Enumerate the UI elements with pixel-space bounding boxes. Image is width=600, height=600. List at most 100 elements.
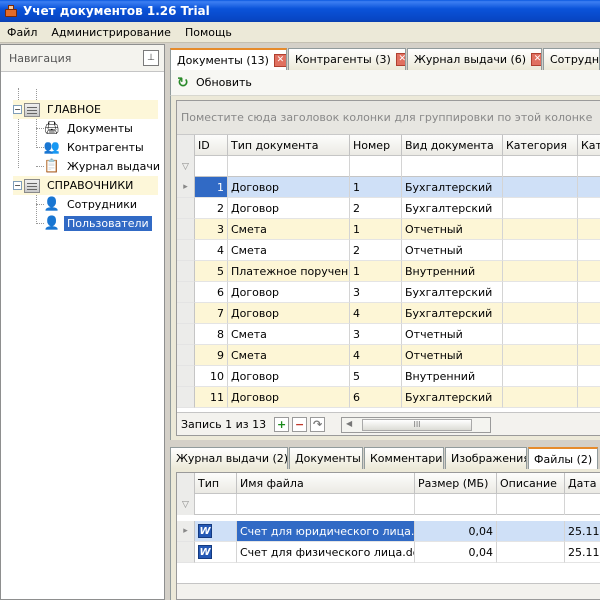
table-cell[interactable]: Договор bbox=[228, 177, 350, 198]
table-cell[interactable]: Внутренний bbox=[402, 366, 503, 387]
column-header-doc-kind[interactable]: Вид документа bbox=[402, 135, 503, 156]
table-cell[interactable]: Бухгалтерский bbox=[402, 303, 503, 324]
column-header-type[interactable]: Тип bbox=[195, 473, 237, 494]
tree-item-employees[interactable]: 👤 Сотрудники bbox=[43, 195, 140, 214]
table-cell[interactable]: 3 bbox=[195, 219, 228, 240]
menu-file[interactable]: Файл bbox=[0, 26, 44, 39]
table-cell[interactable]: 11 bbox=[195, 387, 228, 408]
table-cell[interactable]: 10 bbox=[195, 366, 228, 387]
scroll-left-icon[interactable]: ◀ bbox=[346, 419, 352, 428]
column-header-size[interactable]: Размер (МБ) bbox=[415, 473, 497, 494]
table-cell[interactable] bbox=[503, 261, 578, 282]
row-indicator[interactable] bbox=[177, 303, 195, 324]
row-indicator[interactable] bbox=[177, 542, 195, 563]
filter-icon[interactable]: ▽ bbox=[177, 156, 195, 177]
pin-icon[interactable]: ⊥ bbox=[143, 50, 159, 66]
table-row[interactable]: 9 Смета 4 Отчетный bbox=[177, 345, 600, 366]
row-indicator[interactable] bbox=[177, 261, 195, 282]
close-icon[interactable]: ✕ bbox=[531, 53, 541, 66]
table-cell[interactable]: Договор bbox=[228, 387, 350, 408]
table-cell[interactable] bbox=[578, 198, 600, 219]
filter-cell[interactable] bbox=[578, 156, 600, 177]
table-cell[interactable]: Счет для юридического лица.doc bbox=[237, 521, 415, 542]
table-cell[interactable]: 1 bbox=[350, 219, 402, 240]
table-cell[interactable]: Смета bbox=[228, 324, 350, 345]
table-cell[interactable] bbox=[578, 261, 600, 282]
collapse-icon[interactable]: − bbox=[13, 181, 22, 190]
row-indicator[interactable] bbox=[177, 282, 195, 303]
row-indicator[interactable] bbox=[177, 324, 195, 345]
filter-cell[interactable] bbox=[565, 494, 600, 515]
file-type-cell[interactable]: W bbox=[195, 521, 237, 542]
table-cell[interactable]: Договор bbox=[228, 198, 350, 219]
table-cell[interactable] bbox=[503, 366, 578, 387]
table-cell[interactable]: Внутренний bbox=[402, 261, 503, 282]
table-cell[interactable]: Смета bbox=[228, 219, 350, 240]
table-cell[interactable] bbox=[578, 240, 600, 261]
tree-item-counterparties[interactable]: 👥 Контрагенты bbox=[43, 138, 147, 157]
table-cell[interactable]: 0,04 bbox=[415, 542, 497, 563]
table-cell[interactable] bbox=[497, 542, 565, 563]
tree-group-main[interactable]: − ГЛАВНОЕ bbox=[13, 100, 158, 119]
table-cell[interactable] bbox=[578, 177, 600, 198]
table-cell[interactable] bbox=[578, 282, 600, 303]
table-cell[interactable]: 25.11. bbox=[565, 542, 600, 563]
horizontal-scrollbar[interactable]: ◀ III bbox=[341, 417, 491, 433]
file-type-cell[interactable]: W bbox=[195, 542, 237, 563]
table-cell[interactable]: 4 bbox=[350, 303, 402, 324]
collapse-icon[interactable]: − bbox=[13, 105, 22, 114]
table-cell[interactable]: Бухгалтерский bbox=[402, 198, 503, 219]
filter-cell[interactable] bbox=[497, 494, 565, 515]
row-indicator[interactable] bbox=[177, 219, 195, 240]
column-header-file-name[interactable]: Имя файла bbox=[237, 473, 415, 494]
filter-icon[interactable]: ▽ bbox=[177, 494, 195, 515]
tab-documents[interactable]: Документы (13) ✕ bbox=[170, 48, 287, 71]
group-by-panel[interactable]: Поместите сюда заголовок колонки для гру… bbox=[177, 101, 600, 135]
table-cell[interactable] bbox=[578, 324, 600, 345]
table-row[interactable]: 10 Договор 5 Внутренний bbox=[177, 366, 600, 387]
column-header-id[interactable]: ID bbox=[195, 135, 228, 156]
file-row[interactable]: W Счет для физического лица.doc 0,04 25.11. bbox=[177, 542, 600, 563]
table-cell[interactable] bbox=[503, 282, 578, 303]
column-header-number[interactable]: Номер bbox=[350, 135, 402, 156]
row-indicator[interactable]: ▸ bbox=[177, 177, 195, 198]
table-cell[interactable] bbox=[578, 345, 600, 366]
row-indicator[interactable] bbox=[177, 345, 195, 366]
table-row[interactable]: 2 Договор 2 Бухгалтерский bbox=[177, 198, 600, 219]
menu-help[interactable]: Помощь bbox=[178, 26, 239, 39]
table-cell[interactable]: 5 bbox=[195, 261, 228, 282]
close-icon[interactable]: ✕ bbox=[273, 54, 286, 67]
table-cell[interactable]: 8 bbox=[195, 324, 228, 345]
filter-cell[interactable] bbox=[350, 156, 402, 177]
filter-cell[interactable] bbox=[195, 494, 237, 515]
table-cell[interactable] bbox=[503, 345, 578, 366]
table-cell[interactable]: 9 bbox=[195, 345, 228, 366]
table-cell[interactable] bbox=[503, 198, 578, 219]
table-cell[interactable]: Отчетный bbox=[402, 345, 503, 366]
table-cell[interactable]: Бухгалтерский bbox=[402, 177, 503, 198]
table-cell[interactable]: 2 bbox=[350, 198, 402, 219]
tab-issue-journal-detail[interactable]: Журнал выдачи (2) bbox=[170, 447, 288, 469]
refresh-record-button[interactable]: ↷ bbox=[310, 417, 326, 432]
column-header-date[interactable]: Дата bbox=[565, 473, 600, 494]
menu-administration[interactable]: Администрирование bbox=[44, 26, 178, 39]
table-row[interactable]: 3 Смета 1 Отчетный bbox=[177, 219, 600, 240]
row-indicator[interactable] bbox=[177, 198, 195, 219]
table-cell[interactable]: 7 bbox=[195, 303, 228, 324]
scroll-thumb[interactable]: III bbox=[362, 419, 472, 431]
row-indicator[interactable] bbox=[177, 240, 195, 261]
table-cell[interactable]: Счет для физического лица.doc bbox=[237, 542, 415, 563]
filter-cell[interactable] bbox=[195, 156, 228, 177]
table-cell[interactable] bbox=[578, 219, 600, 240]
row-indicator[interactable] bbox=[177, 366, 195, 387]
table-cell[interactable]: Бухгалтерский bbox=[402, 282, 503, 303]
row-indicator[interactable] bbox=[177, 387, 195, 408]
tab-documents-detail[interactable]: Документы bbox=[289, 447, 363, 469]
tab-counterparties[interactable]: Контрагенты (3) ✕ bbox=[288, 48, 406, 70]
table-cell[interactable] bbox=[578, 303, 600, 324]
filter-cell[interactable] bbox=[237, 494, 415, 515]
table-cell[interactable]: 2 bbox=[350, 240, 402, 261]
table-cell[interactable]: 6 bbox=[195, 282, 228, 303]
filter-cell[interactable] bbox=[415, 494, 497, 515]
table-cell[interactable]: Отчетный bbox=[402, 324, 503, 345]
